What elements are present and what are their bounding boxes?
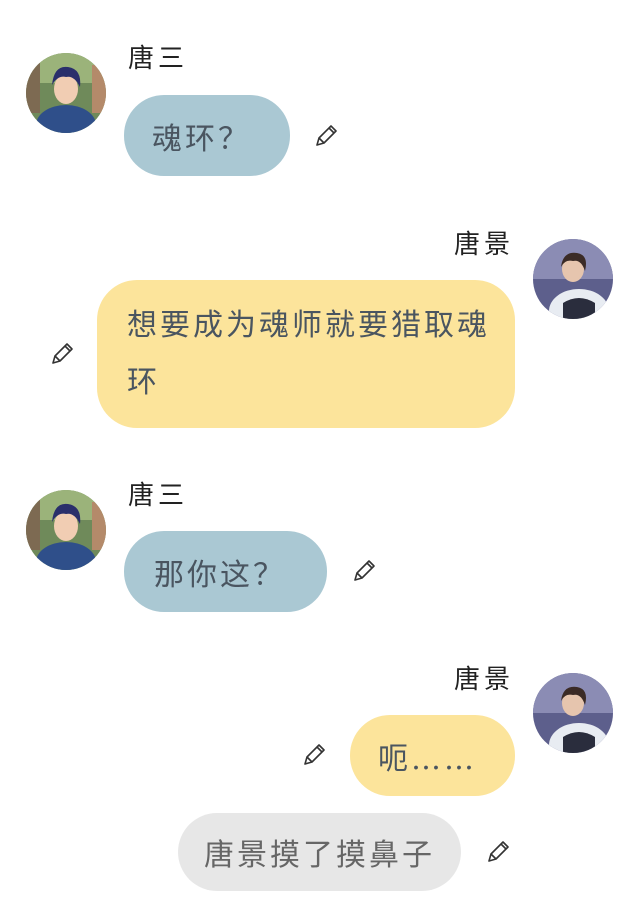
narration-text: 唐景摸了摸鼻子	[204, 838, 435, 873]
message-text: 那你这？	[154, 557, 286, 593]
pencil-icon[interactable]	[312, 122, 340, 150]
message-text: 想要成为魂师就要猎取魂环	[127, 308, 490, 400]
sender-name: 唐景	[454, 665, 515, 695]
message-text: 魂环？	[152, 121, 251, 157]
pencil-icon[interactable]	[300, 741, 328, 769]
pencil-icon[interactable]	[48, 340, 76, 368]
message-text: 呃……	[378, 741, 477, 777]
message-bubble[interactable]: 那你这？	[124, 531, 327, 612]
sender-name: 唐三	[128, 44, 189, 74]
avatar-tang-jing[interactable]	[533, 673, 613, 753]
avatar-tang-san[interactable]	[26, 490, 106, 570]
avatar-tang-san[interactable]	[26, 53, 106, 133]
pencil-icon[interactable]	[484, 838, 512, 866]
avatar-tang-jing[interactable]	[533, 239, 613, 319]
message-bubble[interactable]: 魂环？	[124, 95, 290, 176]
pencil-icon[interactable]	[350, 557, 378, 585]
message-bubble[interactable]: 想要成为魂师就要猎取魂环	[97, 280, 515, 428]
sender-name: 唐三	[128, 481, 189, 511]
message-bubble[interactable]: 呃……	[350, 715, 515, 796]
narration-bubble[interactable]: 唐景摸了摸鼻子	[178, 813, 461, 891]
sender-name: 唐景	[454, 230, 515, 260]
